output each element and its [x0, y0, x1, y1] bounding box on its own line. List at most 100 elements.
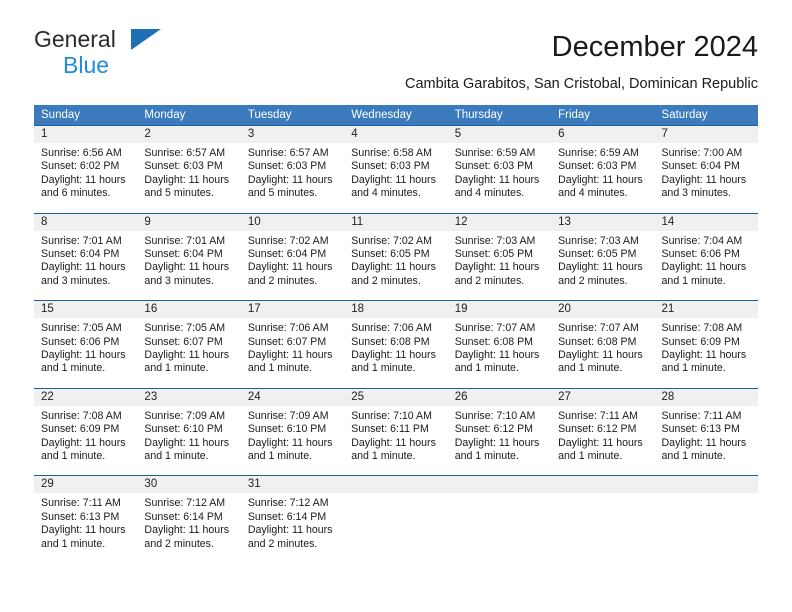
day-number: 9 [137, 213, 241, 231]
day-details: Sunrise: 7:10 AM Sunset: 6:11 PM Dayligh… [344, 406, 447, 464]
daylight-text-line2: and 2 minutes. [144, 537, 214, 550]
daylight-text-line1: Daylight: 11 hours [661, 173, 747, 186]
sunrise-text: Sunrise: 7:03 AM [558, 234, 639, 247]
day-details: Sunrise: 6:58 AM Sunset: 6:03 PM Dayligh… [344, 143, 447, 201]
calendar-day-cell[interactable]: 15 Sunrise: 7:05 AM Sunset: 6:06 PM Dayl… [34, 301, 138, 388]
sunset-text: Sunset: 6:05 PM [558, 248, 637, 260]
calendar-day-cell[interactable]: 17 Sunrise: 7:06 AM Sunset: 6:07 PM Dayl… [240, 301, 345, 388]
sunset-text: Sunset: 6:09 PM [41, 423, 120, 436]
calendar-day-cell[interactable]: 23 Sunrise: 7:09 AM Sunset: 6:10 PM Dayl… [137, 388, 241, 476]
calendar-day-cell[interactable]: 7 Sunrise: 7:00 AM Sunset: 6:04 PM Dayli… [654, 126, 758, 213]
day-number: 22 [34, 388, 138, 406]
calendar-day-cell[interactable]: 16 Sunrise: 7:05 AM Sunset: 6:07 PM Dayl… [137, 301, 241, 388]
sunset-text: Sunset: 6:03 PM [558, 160, 637, 173]
daylight-text-line1: Daylight: 11 hours [41, 436, 126, 449]
day-number [551, 476, 655, 494]
sunrise-text: Sunrise: 7:09 AM [144, 409, 226, 422]
general-blue-logo[interactable]: General Blue [34, 26, 234, 84]
calendar-day-cell[interactable]: 3 Sunrise: 6:57 AM Sunset: 6:03 PM Dayli… [240, 126, 345, 213]
calendar-day-cell[interactable]: 5 Sunrise: 6:59 AM Sunset: 6:03 PM Dayli… [447, 126, 552, 213]
weekday-header-row: Sunday Monday Tuesday Wednesday Thursday… [34, 105, 758, 125]
calendar-day-cell[interactable]: 8 Sunrise: 7:01 AM Sunset: 6:04 PM Dayli… [34, 213, 138, 301]
calendar-day-cell[interactable]: 31 Sunrise: 7:12 AM Sunset: 6:14 PM Dayl… [240, 476, 345, 563]
day-details: Sunrise: 6:56 AM Sunset: 6:02 PM Dayligh… [34, 143, 137, 201]
calendar-day-cell[interactable]: 26 Sunrise: 7:10 AM Sunset: 6:12 PM Dayl… [447, 388, 552, 476]
day-details: Sunrise: 7:06 AM Sunset: 6:07 PM Dayligh… [241, 318, 344, 376]
sunrise-text: Sunrise: 7:11 AM [41, 497, 121, 510]
calendar-day-cell[interactable]: 21 Sunrise: 7:08 AM Sunset: 6:09 PM Dayl… [654, 301, 758, 388]
day-details: Sunrise: 7:11 AM Sunset: 6:13 PM Dayligh… [34, 493, 137, 551]
sunrise-text: Sunrise: 7:10 AM [454, 409, 536, 422]
logo-word-blue: Blue [63, 52, 110, 78]
sunrise-text: Sunrise: 6:59 AM [558, 147, 639, 159]
day-details: Sunrise: 7:11 AM Sunset: 6:12 PM Dayligh… [551, 406, 654, 464]
calendar-day-cell[interactable]: 30 Sunrise: 7:12 AM Sunset: 6:14 PM Dayl… [137, 476, 241, 563]
daylight-text-line2: and 1 minute. [661, 450, 726, 462]
day-number: 29 [34, 476, 138, 494]
day-number: 28 [654, 388, 758, 406]
calendar-day-cell-empty [447, 476, 552, 563]
sunset-text: Sunset: 6:04 PM [41, 248, 120, 260]
daylight-text-line2: and 1 minute. [454, 450, 519, 462]
calendar-day-cell[interactable]: 19 Sunrise: 7:07 AM Sunset: 6:08 PM Dayl… [447, 301, 552, 388]
page-subtitle: Cambita Garabitos, San Cristobal, Domini… [405, 76, 758, 92]
calendar-day-cell[interactable]: 14 Sunrise: 7:04 AM Sunset: 6:06 PM Dayl… [654, 213, 758, 301]
sunrise-text: Sunrise: 7:05 AM [41, 322, 122, 335]
day-details: Sunrise: 7:12 AM Sunset: 6:14 PM Dayligh… [137, 493, 240, 551]
calendar-day-cell[interactable]: 1 Sunrise: 6:56 AM Sunset: 6:02 PM Dayli… [34, 126, 138, 213]
day-details: Sunrise: 7:02 AM Sunset: 6:04 PM Dayligh… [241, 231, 344, 289]
calendar-day-cell[interactable]: 25 Sunrise: 7:10 AM Sunset: 6:11 PM Dayl… [344, 388, 448, 476]
daylight-text-line1: Daylight: 11 hours [351, 173, 436, 186]
day-number: 17 [240, 301, 345, 319]
calendar-day-cell[interactable]: 13 Sunrise: 7:03 AM Sunset: 6:05 PM Dayl… [551, 213, 655, 301]
sunset-text: Sunset: 6:10 PM [247, 423, 327, 436]
day-number: 15 [34, 301, 138, 319]
day-number: 1 [34, 126, 138, 143]
day-details: Sunrise: 7:09 AM Sunset: 6:10 PM Dayligh… [137, 406, 240, 464]
calendar-day-cell[interactable]: 11 Sunrise: 7:02 AM Sunset: 6:05 PM Dayl… [344, 213, 448, 301]
calendar-day-cell[interactable]: 9 Sunrise: 7:01 AM Sunset: 6:04 PM Dayli… [137, 213, 241, 301]
day-details: Sunrise: 7:01 AM Sunset: 6:04 PM Dayligh… [137, 231, 240, 289]
day-number: 2 [137, 126, 241, 143]
day-details: Sunrise: 6:59 AM Sunset: 6:03 PM Dayligh… [448, 143, 551, 201]
daylight-text-line2: and 5 minutes. [144, 187, 214, 200]
calendar-day-cell[interactable]: 10 Sunrise: 7:02 AM Sunset: 6:04 PM Dayl… [240, 213, 345, 301]
calendar-day-cell[interactable]: 22 Sunrise: 7:08 AM Sunset: 6:09 PM Dayl… [34, 388, 138, 476]
calendar-day-cell[interactable]: 20 Sunrise: 7:07 AM Sunset: 6:08 PM Dayl… [551, 301, 655, 388]
day-details: Sunrise: 7:10 AM Sunset: 6:12 PM Dayligh… [448, 406, 551, 464]
day-number: 31 [240, 476, 345, 494]
sunrise-text: Sunrise: 7:08 AM [661, 322, 743, 335]
daylight-text-line2: and 2 minutes. [351, 274, 421, 287]
daylight-text-line1: Daylight: 11 hours [558, 173, 643, 186]
day-number: 7 [654, 126, 758, 143]
sunset-text: Sunset: 6:03 PM [351, 160, 430, 173]
calendar-page: General Blue December 2024 Cambita Garab… [0, 0, 792, 612]
calendar-day-cell[interactable]: 4 Sunrise: 6:58 AM Sunset: 6:03 PM Dayli… [344, 126, 448, 213]
calendar-day-cell[interactable]: 18 Sunrise: 7:06 AM Sunset: 6:08 PM Dayl… [344, 301, 448, 388]
daylight-text-line1: Daylight: 11 hours [247, 436, 333, 449]
day-details: Sunrise: 7:06 AM Sunset: 6:08 PM Dayligh… [344, 318, 447, 376]
calendar-day-cell[interactable]: 24 Sunrise: 7:09 AM Sunset: 6:10 PM Dayl… [240, 388, 345, 476]
calendar-day-cell[interactable]: 12 Sunrise: 7:03 AM Sunset: 6:05 PM Dayl… [447, 213, 552, 301]
sunrise-text: Sunrise: 7:12 AM [144, 497, 226, 510]
sunrise-text: Sunrise: 7:07 AM [454, 322, 536, 335]
calendar-day-cell[interactable]: 6 Sunrise: 6:59 AM Sunset: 6:03 PM Dayli… [551, 126, 655, 213]
day-number: 11 [344, 213, 448, 231]
calendar-day-cell-empty [654, 476, 758, 563]
daylight-text-line1: Daylight: 11 hours [661, 436, 747, 449]
day-number: 4 [344, 126, 448, 143]
daylight-text-line1: Daylight: 11 hours [144, 349, 230, 361]
calendar-week-row: 29 Sunrise: 7:11 AM Sunset: 6:13 PM Dayl… [34, 475, 758, 563]
sunset-text: Sunset: 6:03 PM [144, 160, 223, 173]
page-title: December 2024 [551, 31, 758, 63]
daylight-text-line2: and 1 minute. [454, 362, 519, 375]
calendar-day-cell[interactable]: 29 Sunrise: 7:11 AM Sunset: 6:13 PM Dayl… [34, 476, 138, 563]
calendar-day-cell[interactable]: 27 Sunrise: 7:11 AM Sunset: 6:12 PM Dayl… [551, 388, 655, 476]
day-number [344, 476, 448, 494]
sunrise-text: Sunrise: 7:00 AM [661, 147, 743, 159]
daylight-text-line2: and 4 minutes. [454, 187, 525, 200]
sunrise-text: Sunrise: 7:01 AM [41, 234, 122, 247]
calendar-day-cell[interactable]: 2 Sunrise: 6:57 AM Sunset: 6:03 PM Dayli… [137, 126, 241, 213]
day-number: 24 [240, 388, 345, 406]
calendar-day-cell[interactable]: 28 Sunrise: 7:11 AM Sunset: 6:13 PM Dayl… [654, 388, 758, 476]
